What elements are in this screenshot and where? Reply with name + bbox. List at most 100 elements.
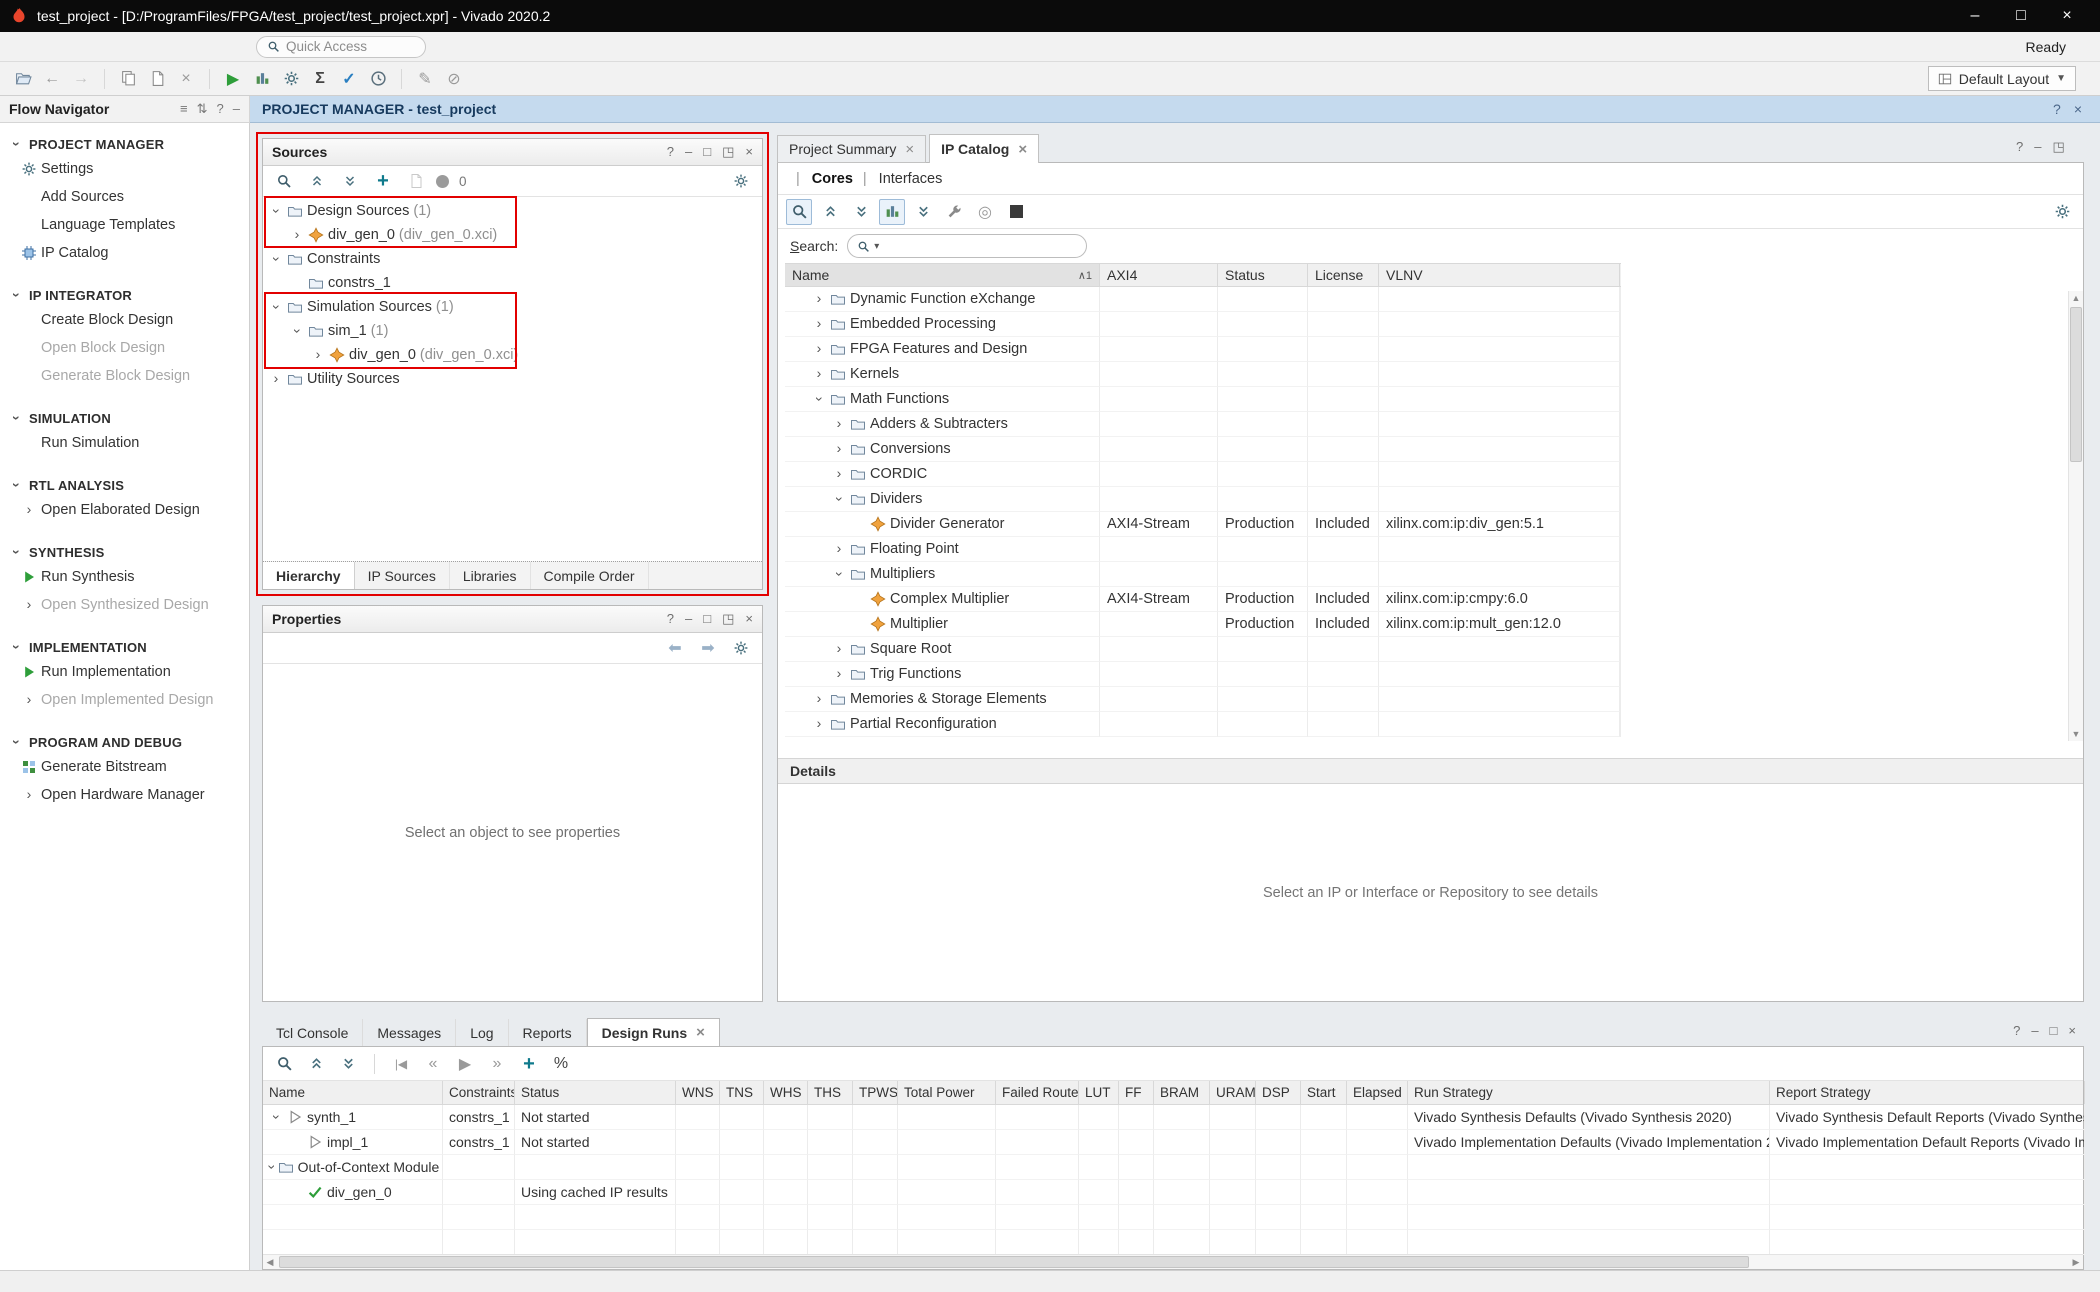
column-header[interactable]: Name <box>263 1081 443 1104</box>
flow-nav-item[interactable]: ›Create Block Design <box>0 306 249 334</box>
maximize-icon[interactable]: □ <box>703 611 711 627</box>
add-sources-icon[interactable]: + <box>370 168 396 194</box>
column-header[interactable]: Constraints <box>443 1081 515 1104</box>
flow-nav-item[interactable]: ›Run Implementation <box>0 658 249 686</box>
expander-icon[interactable]: › <box>832 441 846 457</box>
help-icon[interactable]: ? <box>2016 139 2023 155</box>
paste-icon[interactable] <box>144 66 170 92</box>
delete-icon[interactable]: × <box>173 66 199 92</box>
minimize-button[interactable]: – <box>1952 7 1998 25</box>
sources-view-tab[interactable]: IP Sources <box>355 562 450 589</box>
expander-icon[interactable]: › <box>832 416 846 432</box>
step-forward-icon[interactable]: » <box>484 1051 510 1077</box>
timer-icon[interactable] <box>365 66 391 92</box>
reset-runs-icon[interactable]: |◀ <box>388 1051 414 1077</box>
expander-icon[interactable]: › <box>812 291 826 307</box>
close-button[interactable]: × <box>2044 7 2090 25</box>
help-icon[interactable]: ? <box>667 611 674 627</box>
column-header[interactable]: AXI4 <box>1100 264 1218 286</box>
expander-icon[interactable]: › <box>812 366 826 382</box>
search-icon[interactable] <box>786 199 812 225</box>
minimize-icon[interactable]: – <box>2034 139 2041 155</box>
back-arrow-icon[interactable]: ⬅ <box>662 635 688 661</box>
flow-nav-item[interactable]: ›Run Synthesis <box>0 563 249 591</box>
expander-icon[interactable]: › <box>832 641 846 657</box>
column-header[interactable]: DSP <box>1256 1081 1301 1104</box>
minimize-icon[interactable]: – <box>233 101 240 117</box>
step-back-icon[interactable]: « <box>420 1051 446 1077</box>
flow-section-header[interactable]: ›RTL ANALYSIS <box>0 474 249 496</box>
column-header[interactable]: WNS <box>676 1081 720 1104</box>
layout-selector[interactable]: Default Layout ▼ <box>1928 66 2076 91</box>
expander-icon[interactable]: › <box>268 204 284 218</box>
expand-all-icon[interactable] <box>335 1051 361 1077</box>
sources-view-tab[interactable]: Hierarchy <box>263 562 355 589</box>
ip-catalog-row[interactable]: › Dividers <box>785 487 1620 512</box>
help-icon[interactable]: ? <box>2053 101 2061 117</box>
design-run-row[interactable]: › div_gen_0 Using cached IP results <box>263 1180 2083 1205</box>
percent-utilization-icon[interactable]: % <box>548 1051 574 1077</box>
launch-runs-icon[interactable]: ▶ <box>452 1051 478 1077</box>
expander-icon[interactable]: › <box>268 252 284 266</box>
flow-nav-item[interactable]: ›Open Hardware Manager <box>0 781 249 809</box>
collapse-all-icon[interactable] <box>303 1051 329 1077</box>
menu-icon[interactable]: ≡ <box>180 101 188 117</box>
ip-catalog-row[interactable]: › Partial Reconfiguration <box>785 712 1620 737</box>
flow-section-header[interactable]: ›SIMULATION <box>0 407 249 429</box>
flow-section-header[interactable]: ›PROJECT MANAGER <box>0 133 249 155</box>
stop-icon[interactable] <box>1003 199 1029 225</box>
search-icon[interactable] <box>271 168 297 194</box>
column-header[interactable]: Start <box>1301 1081 1347 1104</box>
disable-icon[interactable]: ⊘ <box>441 66 467 92</box>
close-icon[interactable]: × <box>2068 1023 2076 1038</box>
flow-nav-item[interactable]: ›Generate Bitstream <box>0 753 249 781</box>
validate-check-icon[interactable]: ✓ <box>336 66 362 92</box>
expander-icon[interactable]: › <box>311 347 325 363</box>
workspace-tab[interactable]: IP Catalog × <box>929 134 1039 163</box>
column-header[interactable]: LUT <box>1079 1081 1119 1104</box>
sources-view-tab[interactable]: Compile Order <box>531 562 649 589</box>
close-icon[interactable]: × <box>745 611 753 627</box>
edit-pencil-icon[interactable]: ✎ <box>412 66 438 92</box>
settings-gear-icon[interactable] <box>278 66 304 92</box>
sum-reports-icon[interactable]: Σ <box>307 66 333 92</box>
settings-gear-icon[interactable] <box>2049 199 2075 225</box>
report-icon[interactable] <box>403 168 429 194</box>
column-header[interactable]: TPWS <box>853 1081 898 1104</box>
flow-nav-item[interactable]: ›Add Sources <box>0 183 249 211</box>
ip-catalog-row[interactable]: › Math Functions <box>785 387 1620 412</box>
flow-nav-item[interactable]: ›Open Block Design <box>0 334 249 362</box>
reports-bars-icon[interactable] <box>249 66 275 92</box>
ip-catalog-subtab[interactable]: Interfaces <box>858 171 947 187</box>
ip-catalog-row[interactable]: › Square Root <box>785 637 1620 662</box>
flow-nav-item[interactable]: ›Open Elaborated Design <box>0 496 249 524</box>
scrollbar-thumb[interactable] <box>279 1256 1749 1268</box>
source-tree-item[interactable]: › Design Sources (1) <box>263 199 762 223</box>
flow-nav-item[interactable]: ›IP Catalog <box>0 239 249 267</box>
maximize-icon[interactable]: □ <box>703 144 711 160</box>
column-header[interactable]: TNS <box>720 1081 764 1104</box>
flow-nav-item[interactable]: ›Settings <box>0 155 249 183</box>
expander-icon[interactable]: › <box>269 371 283 387</box>
open-project-icon[interactable] <box>10 66 36 92</box>
minimize-icon[interactable]: – <box>685 144 692 160</box>
expander-icon[interactable]: › <box>289 324 305 338</box>
create-runs-icon[interactable]: + <box>516 1051 542 1077</box>
bottom-tab[interactable]: Reports × <box>509 1019 587 1046</box>
help-icon[interactable]: ? <box>217 101 224 117</box>
ip-catalog-row[interactable]: › Memories & Storage Elements <box>785 687 1620 712</box>
ip-catalog-row[interactable]: › FPGA Features and Design <box>785 337 1620 362</box>
column-header[interactable]: FF <box>1119 1081 1154 1104</box>
close-icon[interactable]: × <box>905 141 914 158</box>
column-header[interactable]: Failed Routes <box>996 1081 1079 1104</box>
column-header[interactable]: VLNV <box>1379 264 1620 286</box>
vertical-scrollbar[interactable]: ▲ ▼ <box>2068 291 2083 741</box>
close-icon[interactable]: × <box>2074 101 2082 117</box>
taxonomy-view-icon[interactable] <box>910 199 936 225</box>
scroll-up-icon[interactable]: ▲ <box>2069 291 2083 305</box>
help-icon[interactable]: ? <box>667 144 674 160</box>
ip-catalog-subtab[interactable]: Cores <box>791 171 858 187</box>
undo-icon[interactable]: ← <box>39 66 65 92</box>
expander-icon[interactable]: › <box>831 567 847 581</box>
ip-catalog-row[interactable]: › Trig Functions <box>785 662 1620 687</box>
